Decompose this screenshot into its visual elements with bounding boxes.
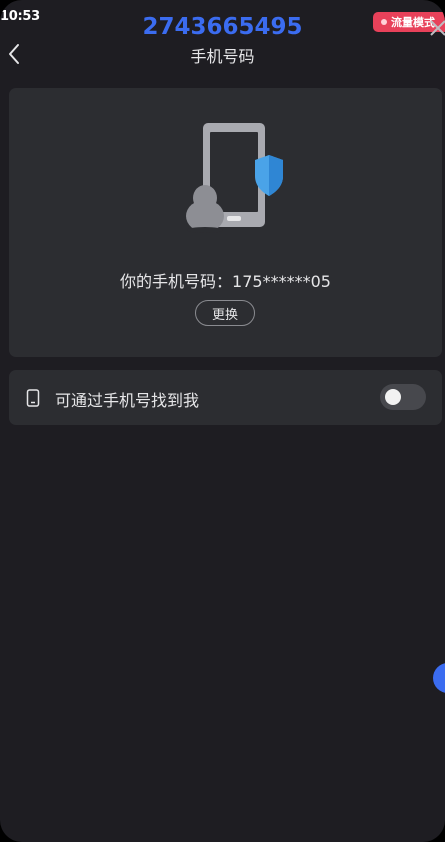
find-me-by-phone-toggle[interactable] bbox=[380, 384, 426, 410]
phone-number-card: 你的手机号码：175******05 更换 bbox=[9, 88, 442, 357]
toggle-knob bbox=[385, 389, 401, 405]
change-phone-button[interactable]: 更换 bbox=[195, 300, 255, 326]
account-id: 2743665495 bbox=[142, 14, 303, 40]
page-title: 手机号码 bbox=[190, 47, 255, 66]
phone-number-text: 你的手机号码：175******05 bbox=[120, 272, 331, 291]
find-me-by-phone-label: 可通过手机号找到我 bbox=[55, 391, 200, 410]
screen: 10:53 流量模式 2743665495 手机号码 你的手机号码：175***… bbox=[0, 0, 445, 842]
floating-assistant-button[interactable] bbox=[433, 663, 445, 693]
find-me-by-phone-row[interactable]: 可通过手机号找到我 bbox=[9, 370, 442, 425]
phone-shield-illustration-icon bbox=[186, 123, 283, 233]
mobile-phone-icon bbox=[26, 389, 40, 407]
